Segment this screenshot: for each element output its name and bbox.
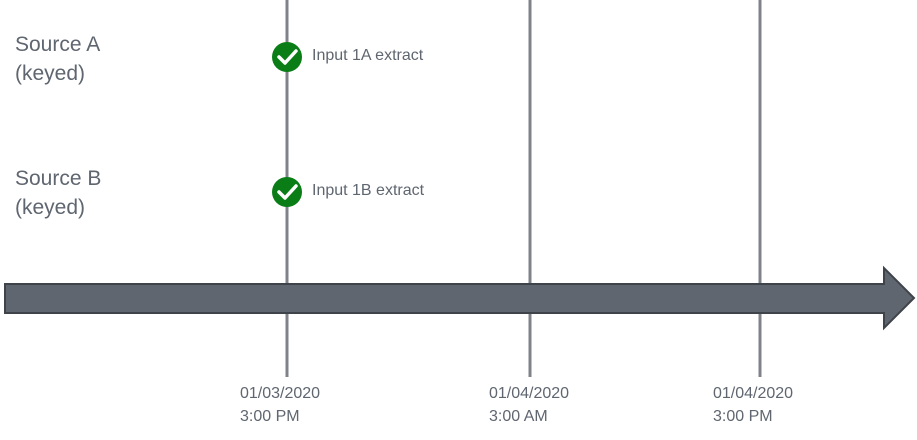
timestamp-date: 01/04/2020 [713,385,794,402]
source-qualifier: (keyed) [15,196,86,219]
event-label-1a: Input 1A extract [312,47,424,64]
check-icon [272,177,302,207]
timestamp-time: 3:00 PM [240,408,300,425]
timeline-diagram: Source A (keyed) Source B (keyed) Input … [0,0,917,440]
source-name: Source A [15,33,101,56]
source-b-label: Source B (keyed) [15,164,101,222]
timestamp-time: 3:00 PM [713,408,773,425]
source-a-label: Source A (keyed) [15,30,100,88]
source-name: Source B [15,167,102,190]
timestamp-time: 3:00 AM [489,408,548,425]
check-icon [272,42,302,72]
event-label-1b: Input 1B extract [312,182,425,199]
timeline-arrow [4,265,916,331]
timestamp-date: 01/03/2020 [240,385,321,402]
source-qualifier: (keyed) [15,62,86,85]
timestamp-date: 01/04/2020 [489,385,570,402]
timestamp-label: 01/04/2020 3:00 AM [489,382,609,428]
timestamp-label: 01/03/2020 3:00 PM [240,382,360,428]
timestamp-label: 01/04/2020 3:00 PM [713,382,833,428]
timeline-graphics [4,0,916,377]
